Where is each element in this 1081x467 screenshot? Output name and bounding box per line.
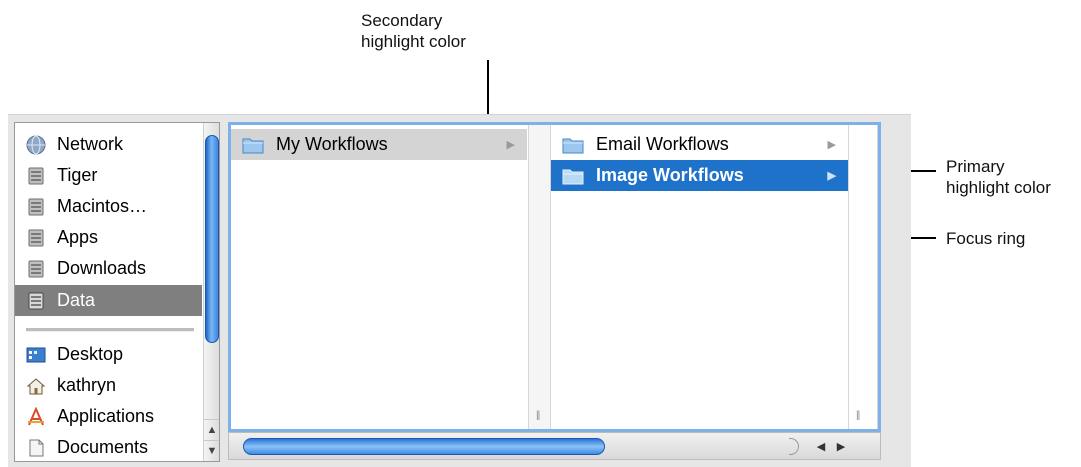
sidebar: Network Tiger Macintos… Apps Downloads D…: [14, 122, 220, 462]
sidebar-item-apps[interactable]: Apps: [15, 222, 202, 253]
sidebar-item-macintosh[interactable]: Macintos…: [15, 191, 202, 222]
primary-highlight-callout: Primary highlight color: [946, 156, 1051, 198]
sidebar-divider: [26, 328, 194, 332]
sidebar-item-label: Macintos…: [57, 196, 148, 216]
scroll-track-end: [789, 438, 799, 455]
scroll-left-arrow-icon[interactable]: ◀: [811, 433, 831, 459]
column-divider[interactable]: ||: [848, 125, 878, 429]
sidebar-item-data[interactable]: Data: [15, 285, 202, 316]
hard-drive-icon: [28, 167, 44, 184]
horizontal-scrollbar[interactable]: ◀ ▶: [228, 432, 881, 460]
disclosure-arrow-icon: ▶: [506, 139, 515, 151]
column-divider[interactable]: ||: [528, 125, 551, 429]
browser-column-1: My Workflows ▶: [231, 125, 527, 429]
sidebar-item-network[interactable]: Network: [15, 129, 202, 160]
focus-ring-callout: Focus ring: [946, 228, 1025, 249]
callout-line: Secondary: [361, 11, 443, 30]
applications-icon: [28, 406, 44, 425]
scroll-up-arrow-icon[interactable]: ▲: [204, 419, 219, 440]
sidebar-item-label: Downloads: [57, 258, 147, 278]
list-item-label: Image Workflows: [596, 165, 744, 185]
folder-icon: [562, 138, 584, 153]
sidebar-item-tiger[interactable]: Tiger: [15, 160, 202, 191]
desktop-icon: [26, 347, 46, 362]
hard-drive-icon: [28, 198, 44, 215]
hard-drive-icon: [28, 292, 44, 309]
column-resize-grip-icon[interactable]: ||: [536, 410, 540, 421]
scroll-down-arrow-icon[interactable]: ▼: [204, 440, 219, 461]
sidebar-scrollbar[interactable]: ▲ ▼: [203, 123, 219, 461]
callout-line: highlight color: [361, 32, 466, 51]
sidebar-scroll-thumb[interactable]: [205, 135, 219, 343]
sidebar-item-applications[interactable]: Applications: [15, 401, 202, 432]
secondary-highlight-callout: Secondary highlight color: [361, 10, 466, 52]
sidebar-item-label: Tiger: [57, 165, 98, 185]
list-item-email-workflows[interactable]: Email Workflows ▶: [551, 129, 848, 160]
document-icon: [29, 439, 44, 456]
home-icon: [26, 377, 46, 394]
callout-line: Primary: [946, 157, 1005, 176]
callout-line: Focus ring: [946, 229, 1026, 248]
list-item-my-workflows[interactable]: My Workflows ▶: [231, 129, 527, 160]
sidebar-item-kathryn[interactable]: kathryn: [15, 370, 202, 401]
browser-column-2: Email Workflows ▶ Image Workflows ▶: [551, 125, 848, 429]
folder-icon: [562, 169, 584, 184]
sidebar-item-label: Network: [57, 134, 124, 154]
disclosure-arrow-icon: ▶: [827, 139, 836, 151]
folder-icon: [242, 138, 264, 153]
scroll-right-arrow-icon[interactable]: ▶: [831, 433, 851, 459]
sidebar-item-label: Applications: [57, 406, 155, 426]
hard-drive-icon: [28, 229, 44, 246]
sidebar-item-downloads[interactable]: Downloads: [15, 253, 202, 284]
list-item-image-workflows[interactable]: Image Workflows ▶: [551, 160, 848, 191]
sidebar-item-desktop[interactable]: Desktop: [15, 339, 202, 370]
sidebar-item-label: Desktop: [57, 344, 124, 364]
sidebar-item-label: Data: [57, 290, 96, 310]
hard-drive-icon: [28, 260, 44, 277]
horizontal-scroll-thumb[interactable]: [243, 438, 605, 455]
callout-line: highlight color: [946, 178, 1051, 197]
disclosure-arrow-icon: ▶: [827, 170, 836, 182]
list-item-label: My Workflows: [276, 134, 388, 154]
sidebar-item-documents[interactable]: Documents: [15, 432, 202, 461]
column-browser: My Workflows ▶ || Email Workflows ▶ Imag…: [228, 122, 881, 432]
sidebar-item-label: kathryn: [57, 375, 117, 395]
sidebar-item-label: Documents: [57, 437, 149, 457]
sidebar-item-label: Apps: [57, 227, 99, 247]
column-resize-grip-icon[interactable]: ||: [856, 410, 860, 421]
list-item-label: Email Workflows: [596, 134, 729, 154]
network-globe-icon: [26, 135, 46, 154]
